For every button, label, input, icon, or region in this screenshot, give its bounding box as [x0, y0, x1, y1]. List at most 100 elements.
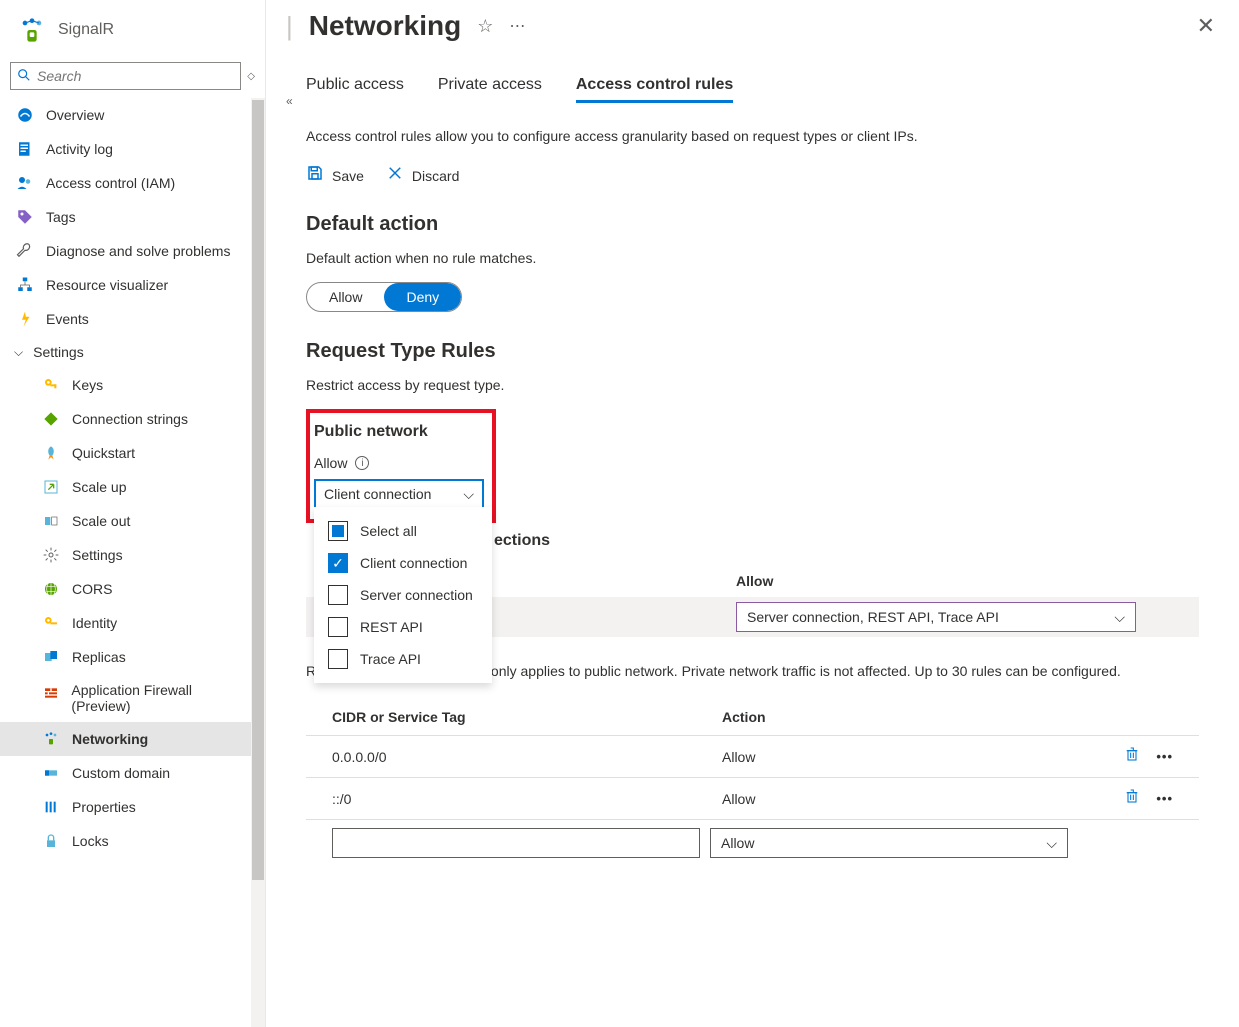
- gear-icon: [42, 546, 60, 564]
- sidebar: SignalR ◇ Overview Activity log Access c…: [0, 0, 266, 1027]
- request-rules-heading: Request Type Rules: [306, 340, 1199, 363]
- log-icon: [16, 140, 34, 158]
- discard-button[interactable]: Discard: [386, 164, 459, 187]
- expand-icon[interactable]: ◇: [247, 71, 255, 82]
- cors-icon: [42, 580, 60, 598]
- default-action-desc: Default action when no rule matches.: [306, 250, 1199, 266]
- chevron-down-icon: ⌵: [1114, 609, 1125, 626]
- toggle-allow[interactable]: Allow: [307, 283, 384, 311]
- scaleup-icon: [42, 478, 60, 496]
- option-select-all[interactable]: Select all: [314, 515, 492, 547]
- nav-diagnose[interactable]: Diagnose and solve problems: [0, 234, 265, 268]
- checkbox-partial-icon[interactable]: [328, 521, 348, 541]
- discard-icon: [386, 164, 404, 187]
- table-row: 0.0.0.0/0 Allow •••: [306, 736, 1199, 778]
- close-icon[interactable]: ✕: [1197, 13, 1215, 39]
- nav-replicas[interactable]: Replicas: [0, 640, 265, 674]
- favorite-star-icon[interactable]: ☆: [477, 16, 493, 37]
- ip-rules-table: CIDR or Service Tag Action 0.0.0.0/0 All…: [306, 699, 1199, 866]
- domain-icon: [42, 764, 60, 782]
- option-rest-api[interactable]: REST API: [314, 611, 492, 643]
- tabs: Public access Private access Access cont…: [306, 76, 1199, 104]
- checkbox-icon[interactable]: [328, 649, 348, 669]
- search-input[interactable]: [10, 62, 241, 90]
- lock-icon: [42, 832, 60, 850]
- option-trace-api[interactable]: Trace API: [314, 643, 492, 675]
- toggle-deny[interactable]: Deny: [384, 283, 461, 311]
- connection-icon: [42, 410, 60, 428]
- nav-scaleout[interactable]: Scale out: [0, 504, 265, 538]
- command-bar: Save Discard: [306, 164, 1199, 187]
- nav-list: Overview Activity log Access control (IA…: [0, 98, 265, 1027]
- nav-properties[interactable]: Properties: [0, 790, 265, 824]
- tab-public-access[interactable]: Public access: [306, 76, 404, 103]
- tab-private-access[interactable]: Private access: [438, 76, 542, 103]
- scrollbar[interactable]: [251, 98, 265, 1027]
- chevron-down-icon: ⌵: [463, 486, 474, 503]
- col-action: Action: [722, 709, 1082, 725]
- option-client-connection[interactable]: ✓Client connection: [314, 547, 492, 579]
- chevron-down-icon: ⌵: [14, 345, 23, 360]
- partial-label: ections: [494, 532, 550, 550]
- nav-cors[interactable]: CORS: [0, 572, 265, 606]
- option-server-connection[interactable]: Server connection: [314, 579, 492, 611]
- nav-connstrings[interactable]: Connection strings: [0, 402, 265, 436]
- checkbox-icon[interactable]: [328, 617, 348, 637]
- brand: SignalR: [0, 0, 265, 56]
- brand-label: SignalR: [58, 21, 114, 39]
- chevron-down-icon: ⌵: [1046, 835, 1057, 852]
- scaleout-icon: [42, 512, 60, 530]
- nav-networking[interactable]: Networking: [0, 722, 265, 756]
- firewall-icon: [42, 684, 59, 702]
- allow-label: Allow: [314, 455, 347, 471]
- delete-icon[interactable]: [1124, 746, 1140, 767]
- nav-tags[interactable]: Tags: [0, 200, 265, 234]
- nav-settings-group[interactable]: ⌵Settings: [0, 336, 265, 368]
- cidr-input[interactable]: [332, 828, 700, 858]
- collapse-sidebar-icon[interactable]: «: [276, 94, 293, 108]
- action-select[interactable]: Allow ⌵: [710, 828, 1068, 858]
- search-icon: [17, 68, 31, 85]
- nav-iam[interactable]: Access control (IAM): [0, 166, 265, 200]
- search-field[interactable]: [37, 68, 234, 84]
- new-rule-row: Allow ⌵: [306, 820, 1199, 866]
- more-menu-icon[interactable]: ⋯: [509, 16, 526, 36]
- rocket-icon: [42, 444, 60, 462]
- nav-firewall[interactable]: Application Firewall (Preview): [0, 674, 265, 722]
- tab-access-control[interactable]: Access control rules: [576, 76, 733, 103]
- nav-locks[interactable]: Locks: [0, 824, 265, 858]
- request-type-dropdown[interactable]: Client connection ⌵: [314, 479, 484, 509]
- nav-events[interactable]: Events: [0, 302, 265, 336]
- save-button[interactable]: Save: [306, 164, 364, 187]
- main-content: | Networking ☆ ⋯ ✕ Public access Private…: [266, 0, 1239, 1027]
- key-icon: [42, 376, 60, 394]
- visualizer-icon: [16, 276, 34, 294]
- table-row: ::/0 Allow •••: [306, 778, 1199, 820]
- tag-icon: [16, 208, 34, 226]
- tab-description: Access control rules allow you to config…: [306, 128, 1199, 144]
- nav-settings-item[interactable]: Settings: [0, 538, 265, 572]
- nav-customdomain[interactable]: Custom domain: [0, 756, 265, 790]
- col-cidr: CIDR or Service Tag: [332, 709, 722, 725]
- signalr-icon: [18, 16, 46, 44]
- private-allow-dropdown[interactable]: Server connection, REST API, Trace API ⌵: [736, 602, 1136, 632]
- checkbox-icon[interactable]: [328, 585, 348, 605]
- dropdown-panel: Select all ✓Client connection Server con…: [314, 507, 492, 683]
- request-rules-desc: Restrict access by request type.: [306, 377, 1199, 393]
- info-icon[interactable]: i: [355, 456, 369, 470]
- nav-scaleup[interactable]: Scale up: [0, 470, 265, 504]
- nav-keys[interactable]: Keys: [0, 368, 265, 402]
- nav-activity-log[interactable]: Activity log: [0, 132, 265, 166]
- nav-visualizer[interactable]: Resource visualizer: [0, 268, 265, 302]
- nav-quickstart[interactable]: Quickstart: [0, 436, 265, 470]
- default-action-toggle[interactable]: Allow Deny: [306, 282, 462, 312]
- networking-icon: [42, 730, 60, 748]
- row-more-icon[interactable]: •••: [1156, 791, 1173, 806]
- nav-overview[interactable]: Overview: [0, 98, 265, 132]
- nav-identity[interactable]: Identity: [0, 606, 265, 640]
- iam-icon: [16, 174, 34, 192]
- checkbox-checked-icon[interactable]: ✓: [328, 553, 348, 573]
- delete-icon[interactable]: [1124, 788, 1140, 809]
- properties-icon: [42, 798, 60, 816]
- row-more-icon[interactable]: •••: [1156, 749, 1173, 764]
